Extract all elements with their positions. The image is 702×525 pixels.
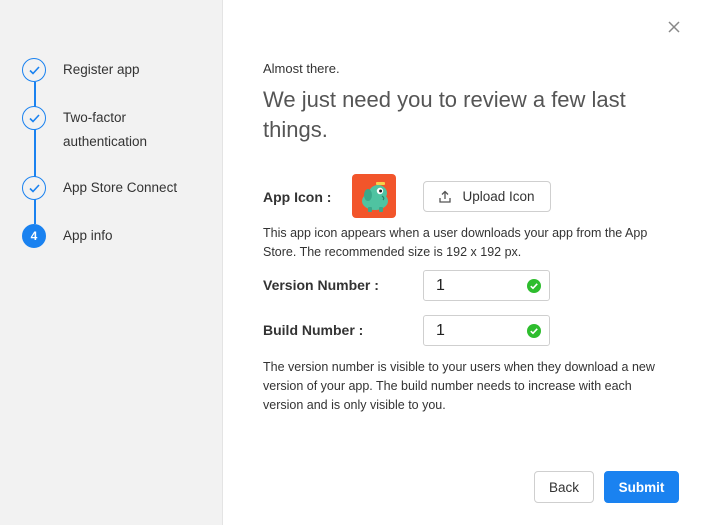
step-label: Register app <box>63 62 140 77</box>
step-two-factor: Two-factor authentication <box>22 106 163 154</box>
close-icon[interactable] <box>666 19 682 35</box>
step-register-app: Register app <box>22 58 140 82</box>
upload-icon <box>439 190 452 203</box>
upload-button-label: Upload Icon <box>462 189 535 204</box>
check-icon <box>22 176 46 200</box>
step-label: App Store Connect <box>63 180 178 195</box>
step-label: App info <box>63 228 113 243</box>
app-icon-label: App Icon : <box>263 189 332 205</box>
step-app-info: 4 App info <box>22 224 113 248</box>
app-icon-help-text: This app icon appears when a user downlo… <box>263 226 648 259</box>
back-button[interactable]: Back <box>534 471 594 503</box>
upload-icon-button[interactable]: Upload Icon <box>423 181 551 212</box>
step-label: Two-factor authentication <box>63 110 148 149</box>
step-number-badge: 4 <box>22 224 46 248</box>
check-circle-icon <box>527 279 541 293</box>
version-number-label: Version Number : <box>263 277 379 293</box>
check-circle-icon <box>527 324 541 338</box>
step-app-store-connect: App Store Connect <box>22 176 177 200</box>
version-help-text: The version number is visible to your us… <box>263 360 655 412</box>
stepper-sidebar: Register app Two-factor authentication A… <box>0 0 223 525</box>
eyebrow-text: Almost there. <box>263 61 340 76</box>
check-icon <box>22 106 46 130</box>
build-number-label: Build Number : <box>263 322 364 338</box>
build-number-field[interactable] <box>423 315 550 346</box>
submit-button[interactable]: Submit <box>604 471 679 503</box>
app-info-panel: Almost there. We just need you to review… <box>223 0 702 525</box>
check-icon <box>22 58 46 82</box>
page-title: We just need you to review a few last th… <box>263 87 626 142</box>
version-number-field[interactable] <box>423 270 550 301</box>
app-mascot-icon <box>352 174 396 218</box>
